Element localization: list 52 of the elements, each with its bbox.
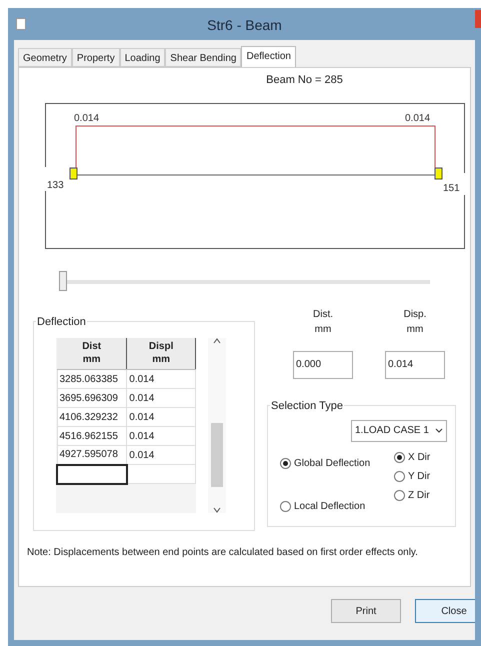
column-header: Dist mm <box>57 338 127 370</box>
table-cell: 4516.962155 <box>57 426 127 446</box>
scroll-down-icon[interactable] <box>213 506 221 512</box>
table-cell: 0.014 <box>126 446 196 464</box>
dialog-button[interactable]: Print <box>331 599 401 623</box>
table-cell: 4927.595078 <box>57 446 127 464</box>
dist-label: Dist. mm <box>312 308 334 336</box>
disp-field[interactable]: 0.014 <box>385 350 445 378</box>
radio-button[interactable] <box>394 490 405 500</box>
radio-button[interactable] <box>394 470 405 482</box>
table-cell: 4106.329232 <box>57 408 127 426</box>
table-cell: 0.014 <box>126 426 196 446</box>
radio-label: Y Dir <box>408 470 430 484</box>
dialog-button[interactable]: Close <box>415 599 475 623</box>
radio-button[interactable] <box>280 500 291 512</box>
table-cell: 3695.696309 <box>57 388 127 408</box>
dist-field[interactable]: 0.000 <box>293 350 353 378</box>
scroll-thumb[interactable] <box>211 423 223 487</box>
window-title: Str6 - Beam <box>206 16 283 35</box>
app-icon <box>16 18 26 30</box>
radio-label: Z Dir <box>408 488 430 502</box>
tab[interactable]: Loading <box>120 48 166 67</box>
start-node-label: 133 <box>47 180 64 190</box>
scrollbar[interactable] <box>208 338 226 512</box>
tab[interactable]: Deflection <box>241 46 296 68</box>
slider[interactable] <box>59 268 430 292</box>
load-case-dropdown[interactable]: 1.LOAD CASE 1 <box>351 420 447 442</box>
radio-button[interactable] <box>280 458 291 468</box>
disp-label: Disp. mm <box>402 308 428 336</box>
note-text: Note: Displacements between end points are calculated based on first order effects only. <box>26 546 419 560</box>
table-cell: 3285.063385 <box>57 370 127 388</box>
start-value: 0.014 <box>74 112 100 124</box>
end-node-label: 151 <box>443 182 460 194</box>
radio-label: X Dir <box>408 450 430 464</box>
slider-thumb[interactable] <box>59 270 67 290</box>
end-value: 0.014 <box>405 112 430 124</box>
radio-button[interactable] <box>394 452 405 462</box>
node-marker <box>434 167 442 179</box>
table-cell: 0.014 <box>126 408 196 426</box>
tab[interactable]: Geometry <box>18 48 72 67</box>
radio-label: Local Deflection <box>294 500 366 514</box>
table-cell: 0.014 <box>126 370 196 388</box>
tab[interactable]: Shear Bending <box>165 48 242 67</box>
tab[interactable]: Property <box>72 48 120 67</box>
beam-number-label: Beam No = 285 <box>265 73 344 88</box>
column-header: Displ mm <box>126 338 196 370</box>
scroll-up-icon[interactable] <box>213 338 221 344</box>
node-marker <box>70 167 78 179</box>
table-cell[interactable] <box>57 464 127 484</box>
table-cell: 0.014 <box>126 388 196 408</box>
chevron-down-icon <box>435 428 443 434</box>
radio-label: Global Deflection <box>294 456 370 470</box>
